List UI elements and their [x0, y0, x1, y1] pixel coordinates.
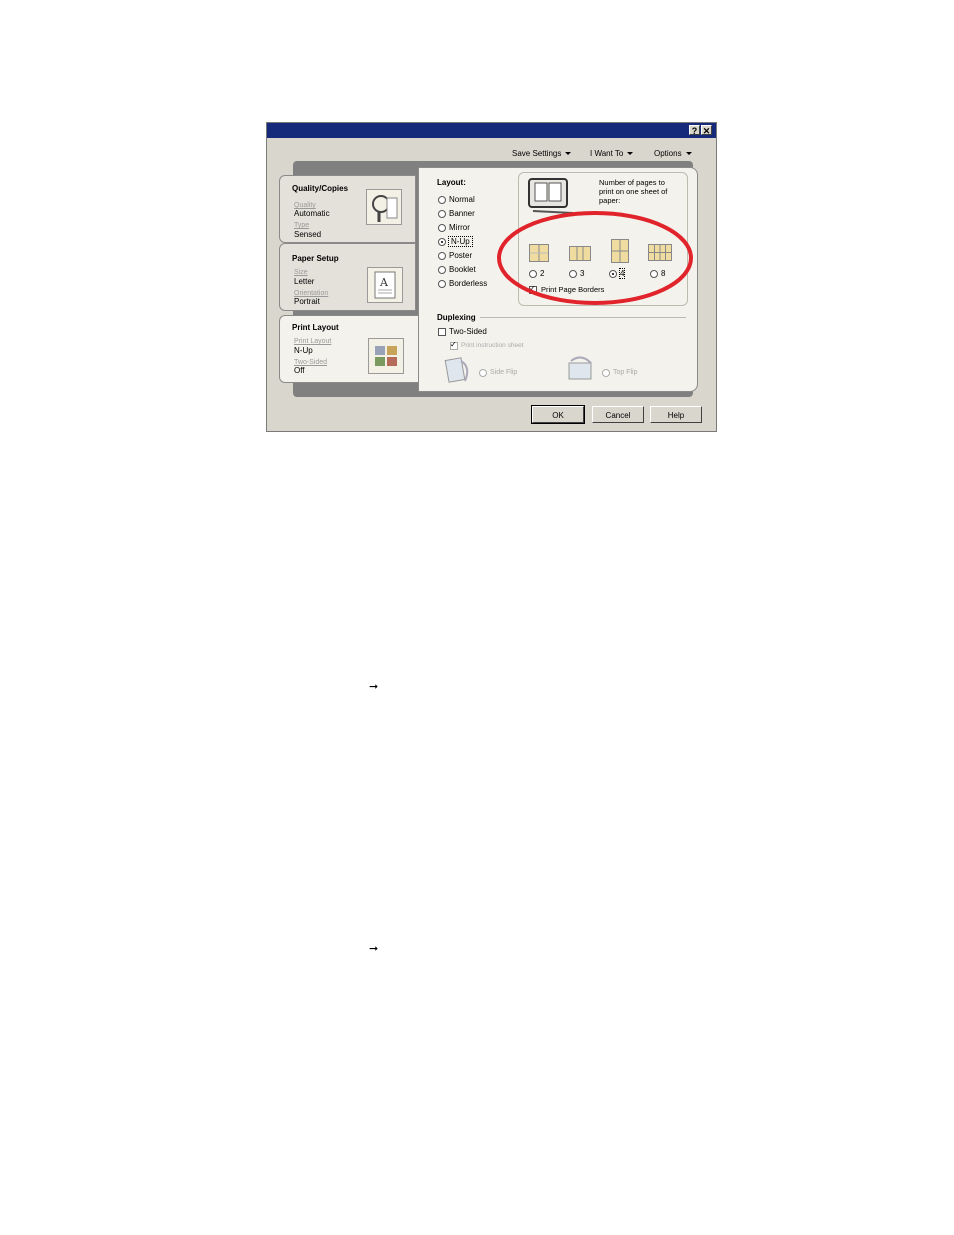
top-flip-icon: [565, 353, 599, 385]
help-button[interactable]: Help: [650, 406, 702, 423]
menu-label: I Want To: [590, 149, 624, 158]
print-instruction-sheet-checkbox[interactable]: [450, 340, 458, 350]
layout-option-label: N-Up: [448, 236, 473, 247]
tab-title: Print Layout: [292, 323, 339, 332]
layout-radio-n-up[interactable]: [438, 238, 446, 246]
print-layout-value: N-Up: [294, 346, 313, 355]
orientation-value: Portrait: [294, 297, 320, 306]
print-layout-label: Print Layout: [294, 338, 332, 345]
magnifier-icon: [366, 189, 402, 225]
side-flip-radio[interactable]: [479, 369, 487, 377]
layout-option-label: Banner: [449, 209, 475, 218]
nup-description-line: Number of pages to: [599, 178, 665, 187]
size-value: Letter: [294, 277, 315, 286]
help-question-icon[interactable]: ?: [689, 125, 700, 136]
layout-option-label: Borderless: [449, 279, 488, 288]
menu-save-settings[interactable]: Save Settings: [512, 149, 572, 158]
layout-radio-booklet[interactable]: [438, 266, 446, 274]
menu-options[interactable]: Options: [654, 149, 692, 158]
nup-description: Number of pages to print on one sheet of…: [599, 178, 667, 205]
layout-radio-mirror[interactable]: [438, 224, 446, 232]
chevron-down-icon: [685, 152, 692, 156]
tab-title: Paper Setup: [292, 254, 339, 263]
layout-radio-banner[interactable]: [438, 210, 446, 218]
quality-value: Automatic: [294, 209, 330, 218]
top-flip-radio[interactable]: [602, 369, 610, 377]
layout-option-label: Normal: [449, 195, 475, 204]
print-instruction-sheet-label: Print instruction sheet: [461, 342, 524, 349]
layout-option-label: Booklet: [449, 265, 476, 274]
arrow-icon: ➞: [369, 942, 379, 955]
chevron-down-icon: [627, 152, 634, 156]
menu-label: Save Settings: [512, 149, 562, 158]
side-flip-icon: [441, 353, 475, 385]
paper-page-icon: A: [367, 267, 403, 303]
two-sided-checkbox[interactable]: [438, 328, 446, 336]
ok-button[interactable]: OK: [531, 405, 585, 424]
tab-title: Quality/Copies: [292, 184, 349, 193]
duplexing-heading: Duplexing: [437, 313, 476, 322]
side-flip-label: Side Flip: [490, 369, 518, 376]
two-sided-label: Two-Sided: [449, 327, 487, 336]
cancel-button[interactable]: Cancel: [592, 406, 644, 423]
nup-description-line: paper:: [599, 196, 621, 205]
menu-label: Options: [654, 149, 682, 158]
layout-option-label: Mirror: [449, 223, 470, 232]
divider: [480, 317, 686, 318]
title-bar[interactable]: [267, 123, 716, 138]
top-flip-label: Top Flip: [613, 369, 638, 376]
two-sided-value: Off: [294, 366, 305, 375]
layout-heading: Layout:: [437, 178, 466, 187]
type-value: Sensed: [294, 230, 322, 239]
menu-i-want-to[interactable]: I Want To: [590, 149, 634, 158]
highlight-ellipse: [497, 211, 693, 305]
layout-grid-icon: [368, 338, 404, 374]
size-label: Size: [294, 269, 308, 276]
layout-option-label: Poster: [449, 251, 473, 260]
svg-text:A: A: [379, 276, 389, 289]
type-label: Type: [294, 222, 310, 229]
chevron-down-icon: [565, 152, 572, 156]
layout-radio-borderless[interactable]: [438, 280, 446, 288]
layout-radio-poster[interactable]: [438, 252, 446, 260]
close-icon[interactable]: ✕: [701, 125, 712, 136]
layout-radio-normal[interactable]: [438, 196, 446, 204]
nup-description-line: print on one sheet of: [599, 187, 668, 196]
print-properties-dialog: ? ✕ Save Settings I Want To Options Qual…: [266, 122, 717, 432]
arrow-icon: ➞: [369, 680, 379, 693]
